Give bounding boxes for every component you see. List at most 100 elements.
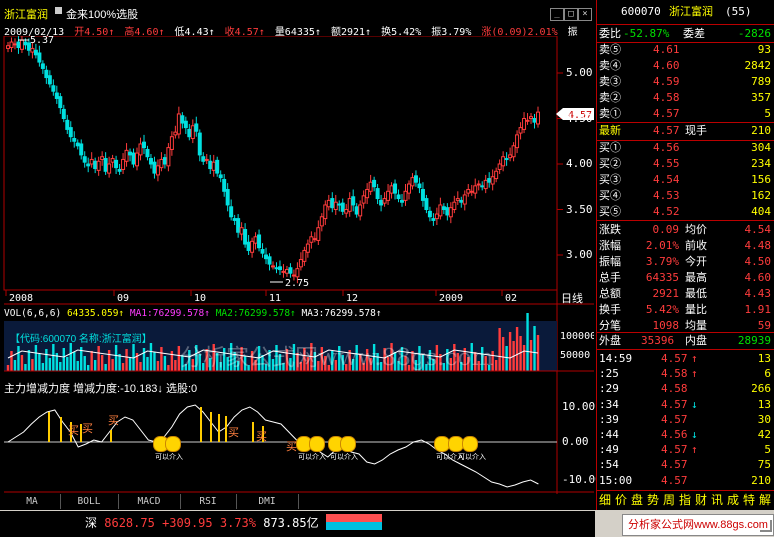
volume-bar	[104, 364, 107, 371]
candle-body	[16, 41, 21, 49]
tick-row[interactable]: :25 4.58 ↑ 6	[597, 366, 774, 381]
tick-row[interactable]: :29 4.58 266	[597, 381, 774, 396]
quote-tab[interactable]: 财	[695, 492, 707, 508]
candle-body	[476, 183, 481, 186]
price-y-tick: 5.00	[566, 66, 593, 79]
candle-body	[406, 183, 411, 194]
quote-tab[interactable]: 指	[679, 492, 691, 508]
candle-body	[410, 177, 415, 187]
candle-body	[107, 163, 112, 174]
candle-body	[141, 141, 146, 149]
volume-bar	[10, 351, 13, 371]
candle-body	[271, 265, 275, 268]
candle-body	[58, 96, 63, 109]
indicator-tab-rsi[interactable]: RSI	[180, 494, 237, 509]
stat-value: 3.79%	[645, 255, 679, 268]
candle-body	[358, 204, 363, 217]
candle-body	[522, 118, 527, 130]
indicator-bar	[110, 430, 112, 442]
indicator-y-tick: 0.00	[562, 435, 589, 448]
tick-row[interactable]: 15:00 4.57 210	[597, 473, 774, 488]
site-link[interactable]: 分析家公式网www.88gs.com	[622, 514, 774, 536]
candle-body	[445, 207, 450, 216]
candle-body	[75, 142, 80, 147]
smiley-label: 可以介入	[458, 454, 486, 461]
quote-tab[interactable]: 解	[759, 492, 771, 508]
tick-row[interactable]: :54 4.57 75	[597, 457, 774, 472]
quote-tab[interactable]: 盘	[631, 492, 643, 508]
sell-order-row: 卖④ 4.60 2842	[597, 58, 774, 74]
volume-y-tick-mid: 50000	[560, 350, 590, 361]
volume-value: 64335.059↑	[66, 308, 125, 319]
tick-volume: 210	[751, 473, 771, 487]
candle-body	[72, 138, 77, 142]
close-button[interactable]: ×	[578, 8, 592, 21]
volume-bar	[529, 340, 533, 371]
candle-body	[455, 198, 460, 201]
minimize-button[interactable]: _	[550, 8, 564, 21]
quote-tab[interactable]: 细	[599, 492, 611, 508]
tick-arrow: ↓	[691, 428, 698, 441]
candle-body	[403, 190, 408, 201]
resize-grip-icon[interactable]	[760, 520, 772, 532]
quote-tab[interactable]: 讯	[711, 492, 723, 508]
candlestick-series[interactable]	[6, 36, 540, 284]
volume-bar	[121, 363, 125, 371]
buy-signal-mark: 买	[228, 427, 239, 439]
volume-bar	[508, 332, 512, 371]
tick-time: :44	[599, 428, 619, 441]
candle-body	[96, 160, 101, 171]
order-level-label: 买②	[599, 157, 621, 170]
indicator-tab-ma[interactable]: MA	[4, 494, 61, 509]
order-volume: 304	[751, 141, 771, 154]
order-volume: 789	[751, 75, 771, 88]
order-level-label: 买①	[599, 141, 621, 154]
indicator-tab-macd[interactable]: MACD	[118, 494, 181, 509]
period-label[interactable]: 日线	[561, 291, 583, 305]
candle-body	[176, 113, 181, 135]
stat-label: 今开	[685, 255, 707, 268]
divider	[597, 220, 774, 221]
index-ticker[interactable]: 深 8628.75 +309.95 3.73% 873.85亿	[85, 514, 319, 531]
neipan-label: 内盘	[685, 334, 707, 347]
volume-bar	[526, 313, 529, 371]
tick-row[interactable]: 14:59 4.57 ↑ 13	[597, 351, 774, 366]
order-level-label: 卖②	[599, 91, 621, 104]
quote-tab[interactable]: 周	[663, 492, 675, 508]
quote-panel: 600070 浙江富润 (55) 委比 -52.87% 委差 -2826 卖⑤ 4…	[596, 0, 774, 510]
index-pct: 3.73%	[219, 516, 256, 530]
stat-label: 涨幅	[599, 239, 621, 252]
candle-body	[19, 39, 24, 50]
price-grid	[557, 72, 563, 256]
indicator-tab-boll[interactable]: BOLL	[60, 494, 119, 509]
volume-bar	[505, 346, 508, 371]
tick-row[interactable]: :49 4.57 ↑ 5	[597, 442, 774, 457]
quote-tab[interactable]: 成	[727, 492, 739, 508]
candle-body	[274, 267, 279, 270]
volume-bar	[111, 359, 114, 371]
volume-bar	[501, 337, 505, 371]
candle-body	[250, 240, 255, 253]
weicha-value: -2826	[737, 27, 771, 40]
candle-body	[89, 158, 94, 165]
volume-bar	[20, 355, 24, 371]
restore-button[interactable]: □	[564, 8, 578, 21]
quote-tab[interactable]: 势	[647, 492, 659, 508]
stat-label: 量比	[685, 303, 707, 316]
tick-row[interactable]: :39 4.57 30	[597, 412, 774, 427]
quote-tab[interactable]: 特	[743, 492, 755, 508]
quote-number: (55)	[725, 5, 752, 18]
tick-time: 15:00	[599, 473, 633, 487]
candle-body	[229, 206, 234, 218]
formula-name[interactable]: 金来100%选股	[66, 6, 138, 22]
candle-body	[86, 163, 91, 167]
tick-row[interactable]: :44 4.56 ↓ 42	[597, 427, 774, 442]
tick-arrow: ↑	[691, 443, 698, 457]
quote-tab[interactable]: 价	[615, 492, 627, 508]
tick-row[interactable]: :34 4.57 ↓ 13	[597, 397, 774, 412]
candle-body	[375, 188, 380, 200]
ohlc-info-bar: 2009/02/13 开4.50↑ 高4.60↑ 低4.43↑ 收4.57↑ 量…	[4, 23, 594, 38]
price-panel-frame	[3, 36, 558, 291]
volume-bar	[73, 352, 76, 371]
indicator-tab-dmi[interactable]: DMI	[236, 494, 299, 509]
